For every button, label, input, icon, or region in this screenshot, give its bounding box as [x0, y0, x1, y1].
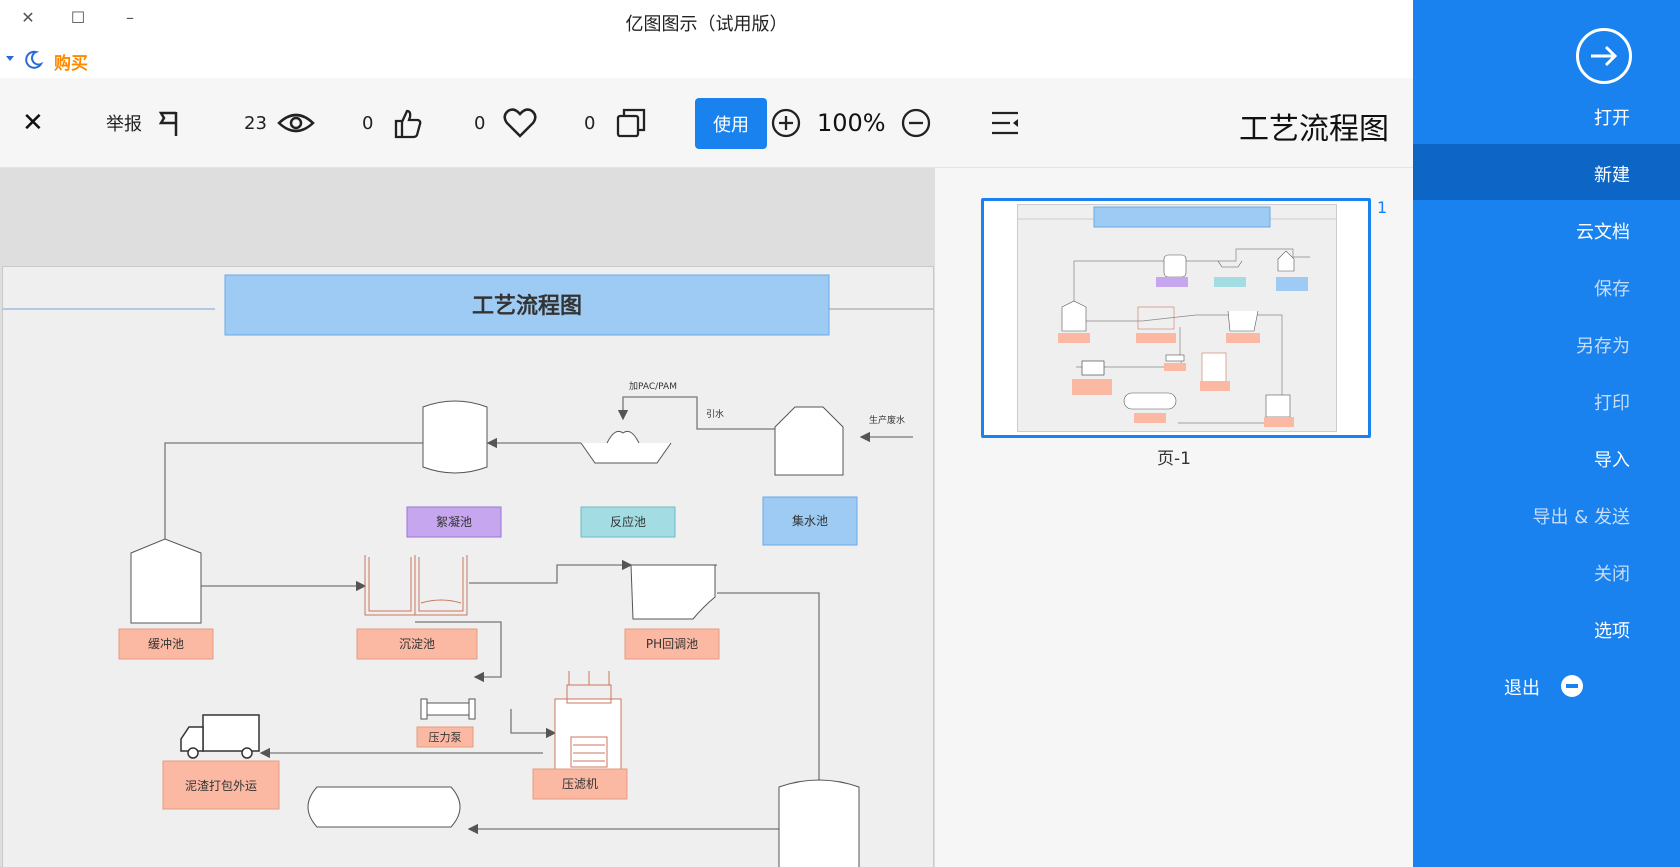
views-counter: 23 — [244, 78, 315, 168]
moon-icon[interactable] — [22, 49, 44, 71]
canvas-area[interactable]: 工艺流程图 生产废水 引水 加PAC/PAM 集水池 反应池 絮凝池 缓冲池 沉… — [0, 168, 935, 867]
zoom-out-button[interactable] — [900, 78, 932, 168]
page-label: 页-1 — [1157, 449, 1191, 469]
coag-pool-tank[interactable]: 絮凝池 — [406, 400, 502, 538]
lift-label: 引水 — [706, 408, 724, 420]
sidebar-item-close[interactable]: 关闭 — [1594, 560, 1630, 586]
page-number: 1 — [1377, 198, 1388, 217]
sidebar-item-open[interactable]: 打开 — [1594, 104, 1630, 130]
toolbar: ✕ 举报 23 0 0 0 使用 100% 工艺流程图 — [0, 78, 1413, 168]
sidebar-item-print[interactable]: 打印 — [1594, 389, 1630, 415]
thumbnail-preview — [1017, 204, 1337, 432]
buy-row: 购买 — [0, 44, 1413, 78]
diagram-title: 工艺流程图 — [472, 293, 582, 319]
menu-lines-icon[interactable] — [990, 109, 1020, 137]
react-pool-tank[interactable]: 反应池 — [580, 430, 676, 538]
close-preview-button[interactable]: ✕ — [22, 78, 44, 168]
copy-icon — [617, 108, 646, 138]
zoom-in-icon[interactable] — [770, 107, 802, 139]
zoom-level: 100% — [817, 78, 886, 168]
buy-button[interactable]: 购买 — [54, 49, 88, 74]
sidebar-item-cloud[interactable]: 云文档 — [1576, 218, 1630, 244]
sidebar-item-options[interactable]: 选项 — [1594, 617, 1630, 643]
arrow-right-icon — [1591, 45, 1618, 67]
zoom-in-button[interactable] — [770, 78, 802, 168]
source-water-label: 生产废水 — [869, 414, 905, 426]
heart-icon — [503, 108, 537, 138]
diagram-title-box[interactable]: 工艺流程图 — [224, 274, 830, 336]
page-thumbnail-panel: 1 页-1 — [935, 168, 1413, 867]
collect-pool-label: 集水池 — [792, 513, 828, 528]
ph-pool-tank[interactable]: PH回调池 — [624, 564, 720, 660]
diagram-page[interactable]: 工艺流程图 生产废水 引水 加PAC/PAM 集水池 反应池 絮凝池 缓冲池 沉… — [2, 266, 934, 867]
close-icon[interactable]: ✕ — [22, 108, 44, 138]
sidebar-item-exit[interactable]: 退出 — [1504, 674, 1540, 700]
flag-icon — [158, 111, 178, 136]
settle-pool-tank[interactable]: 沉淀池 — [356, 555, 478, 660]
likes-count: 0 — [362, 112, 374, 134]
sludge-tank[interactable] — [307, 786, 461, 828]
zoom-level-text: 100% — [817, 109, 886, 137]
sidebar-active-highlight — [1413, 144, 1680, 200]
sidebar-item-export[interactable]: 导出 & 发送 — [1533, 503, 1630, 529]
filter-press-machine[interactable]: 压滤机 — [532, 671, 628, 800]
report-label: 举报 — [106, 114, 142, 135]
filter-press-label: 压滤机 — [562, 777, 598, 791]
react-pool-label: 反应池 — [610, 514, 646, 529]
favorites-count: 0 — [474, 112, 486, 134]
report-button[interactable]: 举报 — [106, 78, 184, 168]
sidebar-item-import[interactable]: 导入 — [1594, 446, 1630, 472]
use-template-button[interactable]: 使用 — [695, 98, 767, 149]
process-flow-diagram: 工艺流程图 生产废水 引水 加PAC/PAM 集水池 反应池 絮凝池 缓冲池 沉… — [3, 274, 933, 867]
zoom-out-icon[interactable] — [900, 107, 932, 139]
sidebar-item-save-as[interactable]: 另存为 — [1576, 332, 1630, 358]
collect-pool-tank[interactable]: 集水池 — [762, 406, 858, 546]
ph-pool-label: PH回调池 — [646, 637, 698, 651]
title-bar: ✕ ☐ – 亿图图示（试用版） — [0, 0, 1413, 44]
dosing-label: 加PAC/PAM — [629, 381, 677, 392]
window-title: 亿图图示（试用版） — [625, 14, 788, 35]
favorite-button[interactable]: 0 — [474, 78, 537, 168]
file-menu-sidebar: 打开 新建 云文档 保存 另存为 打印 导入 导出 & 发送 关闭 选项 退出 — [1413, 0, 1680, 867]
outline-toggle-button[interactable] — [990, 78, 1020, 168]
buffer-pool-tank[interactable]: 缓冲池 — [118, 538, 214, 660]
copies-count: 0 — [584, 112, 596, 134]
coag-pool-label: 絮凝池 — [436, 514, 472, 529]
thumbs-up-icon — [395, 109, 422, 139]
eye-icon — [277, 113, 315, 133]
exit-icon[interactable] — [1561, 675, 1583, 697]
sludge-out-node[interactable]: 泥渣打包外运 — [162, 760, 280, 810]
app-window: ✕ ☐ – 亿图图示（试用版） 购买 ✕ 举报 23 0 0 0 使用 100%… — [0, 0, 1680, 867]
like-button[interactable]: 0 — [362, 78, 423, 168]
outflow-tank[interactable] — [778, 779, 860, 867]
sidebar-item-save[interactable]: 保存 — [1594, 275, 1630, 301]
buffer-pool-label: 缓冲池 — [148, 636, 184, 651]
dropdown-caret-icon[interactable] — [6, 56, 14, 61]
thumbnail-diagram — [1018, 206, 1336, 427]
page-thumbnail[interactable] — [981, 198, 1371, 438]
pressure-pump[interactable]: 压力泵 — [416, 698, 476, 748]
copy-button[interactable]: 0 — [584, 78, 647, 168]
document-title: 工艺流程图 — [1239, 112, 1389, 147]
press-pump-label: 压力泵 — [429, 731, 462, 744]
settle-pool-label: 沉淀池 — [399, 637, 435, 651]
views-count: 23 — [244, 112, 267, 134]
back-arrow-button[interactable] — [1576, 28, 1632, 84]
sludge-out-label: 泥渣打包外运 — [185, 779, 257, 793]
sidebar-item-new[interactable]: 新建 — [1594, 161, 1630, 187]
truck-icon — [180, 714, 260, 759]
